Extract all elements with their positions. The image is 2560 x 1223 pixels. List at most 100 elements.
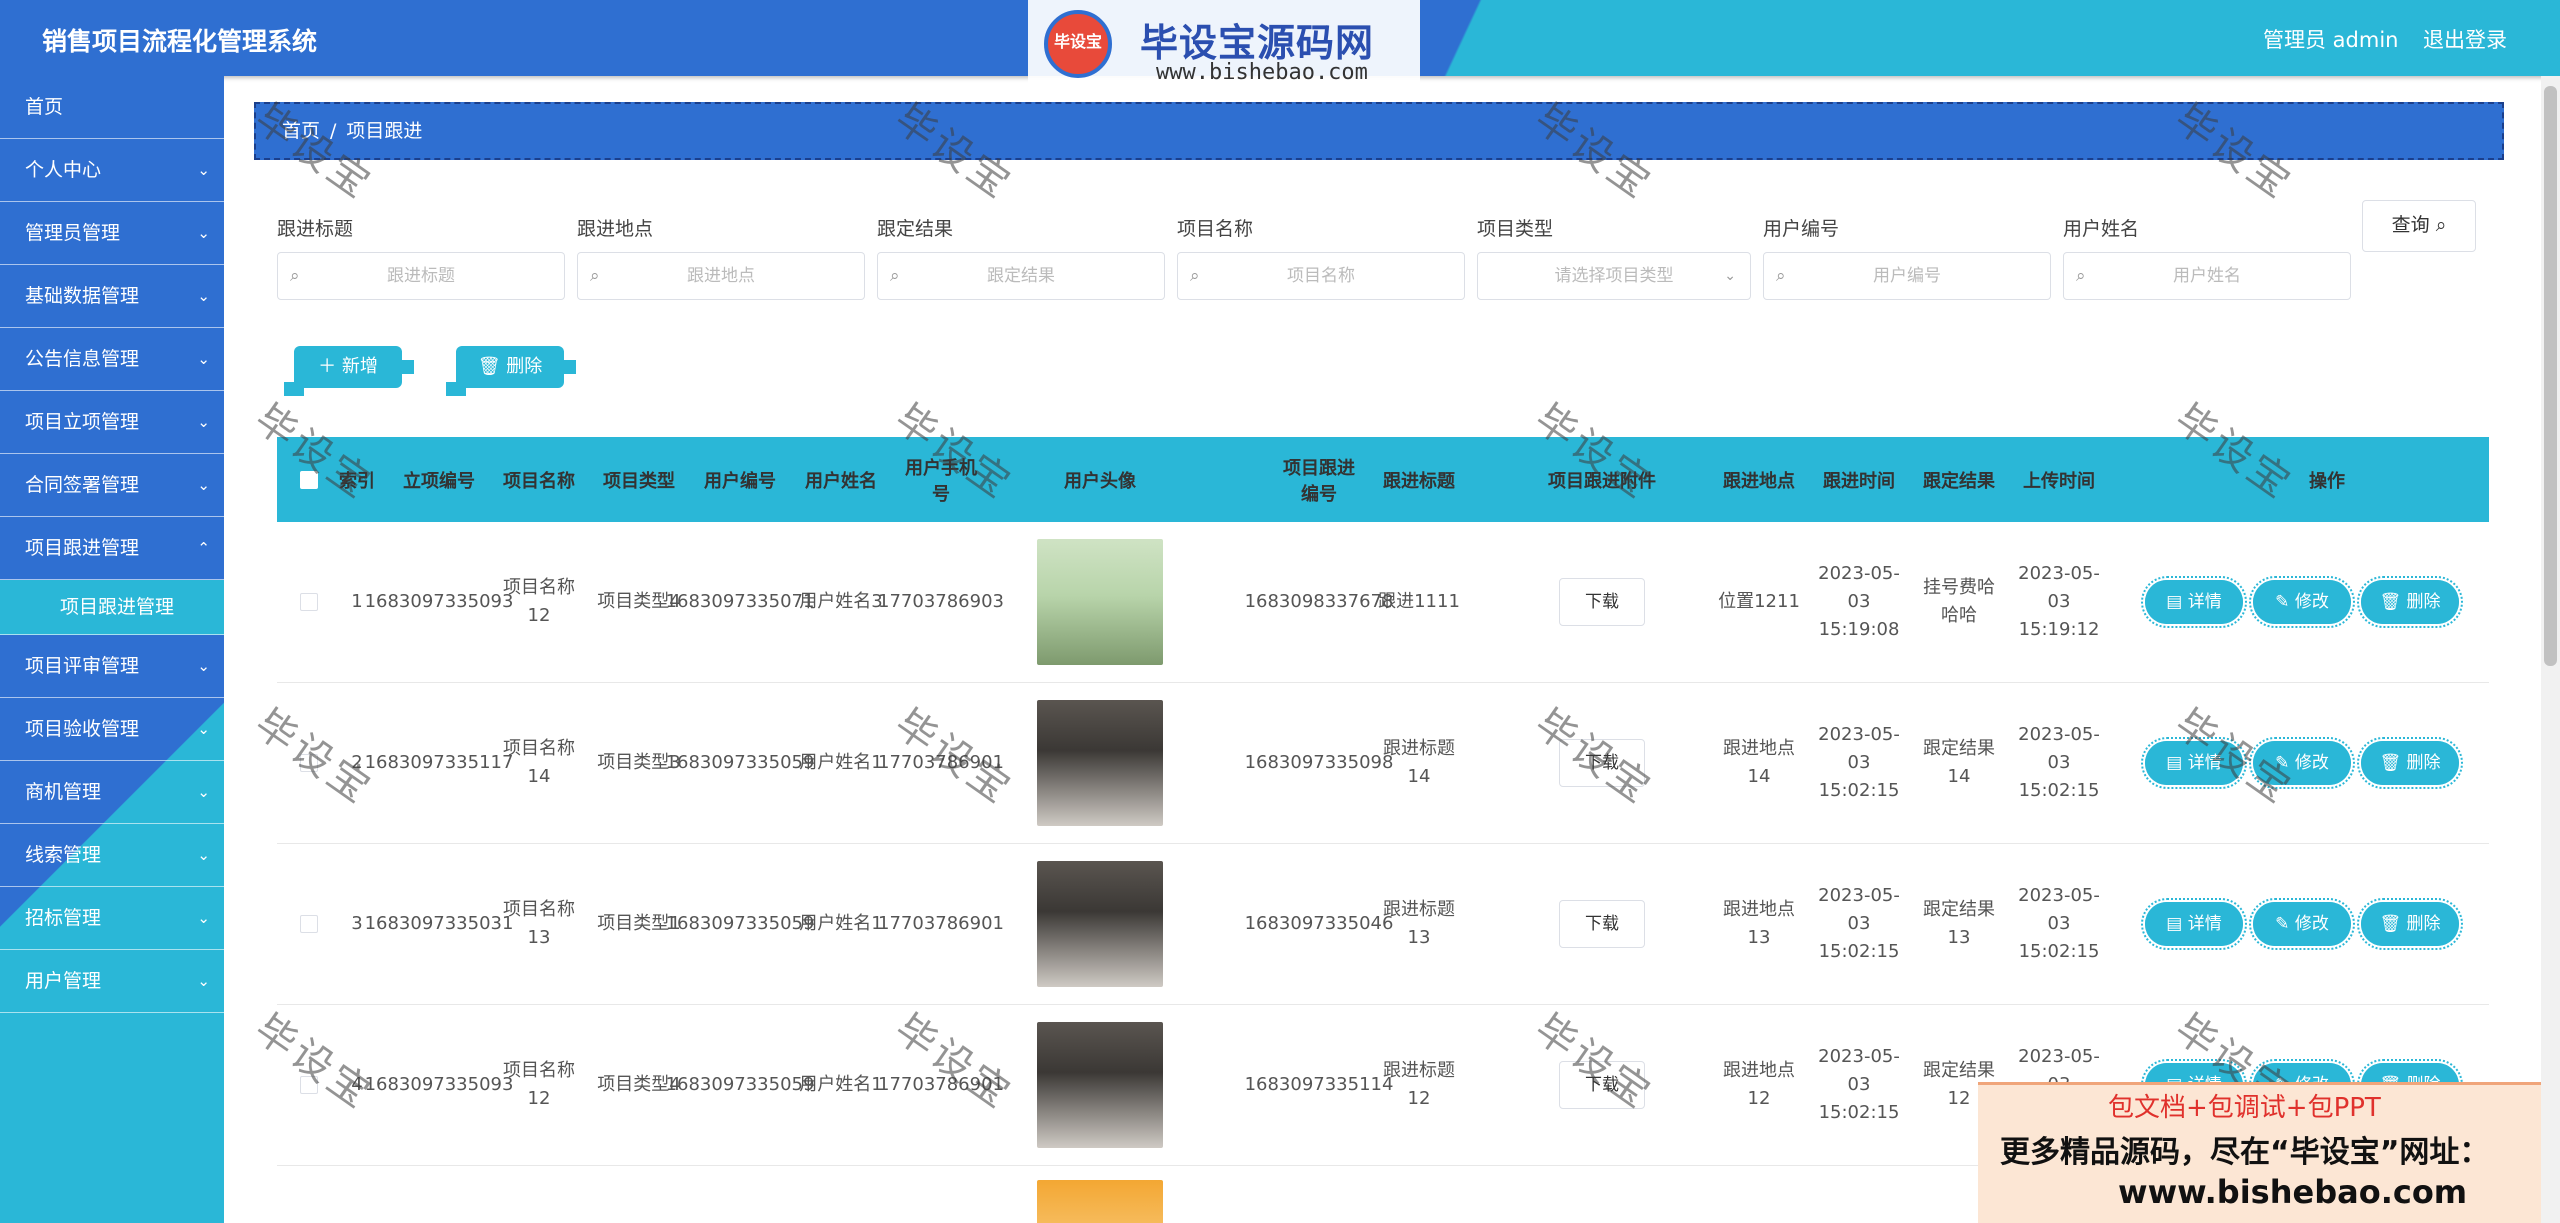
cell-user-phone: 17703786901 [878,1074,1004,1095]
sidebar-item-opportunity[interactable]: 商机管理 ⌄ [0,761,224,824]
breadcrumb-home[interactable]: 首页 [282,120,320,142]
edit-button[interactable]: ✎ 修改 [2249,898,2355,950]
search-input-place[interactable]: ⌕ 跟进地点 [577,252,865,300]
page-scrollbar[interactable] [2541,76,2560,1223]
table-row: 1 1683097335093 项目名称12 项目类型4 16830973350… [277,522,2489,683]
delete-button[interactable]: 🗑 删除 [2357,898,2463,950]
cell-user-name: 用户姓名3 [799,591,883,612]
sidebar-item-notice[interactable]: 公告信息管理 ⌄ [0,328,224,391]
sidebar-item-profile[interactable]: 个人中心 ⌄ [0,139,224,202]
sidebar-item-base-data[interactable]: 基础数据管理 ⌄ [0,265,224,328]
sidebar-item-label: 用户管理 [25,970,102,992]
cell-attachment: 下载 [1527,522,1677,682]
detail-button[interactable]: ▤ 详情 [2141,576,2247,628]
search-icon: ⌕ [890,266,900,286]
admin-user-label: 管理员 admin [2263,28,2399,52]
col-actions: 操作 [2309,470,2345,492]
chevron-down-icon: ⌄ [197,350,210,368]
cell-user-id: 1683097335059 [665,1074,815,1095]
delete-button[interactable]: 🗑 删除 [2357,576,2463,628]
query-button[interactable]: 查询 ⌕ [2362,200,2476,252]
search-input-result[interactable]: ⌕ 跟定结果 [877,252,1165,300]
col-result: 跟定结果 [1923,470,1995,492]
cell-lixiang-id: 1683097335093 [364,1074,514,1095]
chevron-down-icon: ⌄ [197,287,210,305]
download-button[interactable]: 下载 [1559,900,1645,948]
cell-place: 跟进地点13 [1723,899,1795,948]
brand-name: 毕设宝源码网 [1140,21,1375,65]
cell-attachment: 下载 [1527,683,1677,843]
sidebar-item-label: 项目评审管理 [25,655,140,677]
sidebar-item-label: 首页 [25,96,64,118]
cell-user-name: 用户姓名1 [799,1074,883,1095]
col-followup-id: 项目跟进编号 [1283,457,1355,505]
cell-place: 位置1211 [1718,591,1800,612]
sidebar-item-contract[interactable]: 合同签署管理 ⌄ [0,454,224,517]
breadcrumb-separator: / [330,120,337,142]
search-input-user-name[interactable]: ⌕ 用户姓名 [2063,252,2351,300]
promo-line-2: 更多精品源码，尽在“毕设宝”网址： [2000,1135,2490,1170]
search-input-title[interactable]: ⌕ 跟进标题 [277,252,565,300]
cell-followup-id: 1683097335098 [1244,752,1394,773]
cell-upload-time: 2023-05-03 15:02:15 [2018,885,2100,962]
download-button[interactable]: 下载 [1559,739,1645,787]
project-type-select[interactable]: 请选择项目类型 ⌄ [1477,252,1751,300]
sidebar-item-label: 项目立项管理 [25,411,140,433]
cell-project-name: 项目名称12 [503,577,575,626]
cell-user-phone: 17703786901 [878,752,1004,773]
search-input-project-name[interactable]: ⌕ 项目名称 [1177,252,1465,300]
edit-button[interactable]: ✎ 修改 [2249,576,2355,628]
logout-link[interactable]: 退出登录 [2423,24,2507,54]
search-label-title: 跟进标题 [277,218,354,240]
sidebar-item-project-setup[interactable]: 项目立项管理 ⌄ [0,391,224,454]
sidebar-item-home[interactable]: 首页 [0,76,224,139]
sidebar-item-label: 公告信息管理 [25,348,140,370]
detail-button[interactable]: ▤ 详情 [2141,898,2247,950]
search-icon: ⌕ [290,266,300,286]
batch-delete-button[interactable]: 🗑 删除 [446,346,576,396]
sidebar-subitem-followup[interactable]: 项目跟进管理 [0,580,224,635]
add-button[interactable]: ＋ 新增 [284,346,414,396]
sidebar-item-bidding[interactable]: 招标管理 ⌄ [0,887,224,950]
sidebar-item-label: 合同签署管理 [25,474,140,496]
edit-button[interactable]: ✎ 修改 [2249,737,2355,789]
col-user-id: 用户编号 [704,470,776,492]
cell-attachment: 下载 [1527,1005,1677,1165]
cell-user-name: 用户姓名1 [799,913,883,934]
chevron-down-icon: ⌄ [197,224,210,242]
sidebar-item-leads[interactable]: 线索管理 ⌄ [0,824,224,887]
cell-followup-id: 1683097335114 [1244,1074,1394,1095]
avatar [1037,1180,1163,1223]
cell-avatar [1037,683,1163,843]
cell-result: 跟定结果13 [1923,899,1995,948]
cell-result: 挂号费哈哈哈 [1923,577,1995,626]
col-followup-time: 跟进时间 [1823,470,1895,492]
chevron-down-icon: ⌄ [197,972,210,990]
cell-place: 跟进地点14 [1723,738,1795,787]
sidebar-item-review[interactable]: 项目评审管理 ⌄ [0,635,224,698]
sidebar-item-admin[interactable]: 管理员管理 ⌄ [0,202,224,265]
search-icon: ⌕ [590,266,600,286]
search-label-place: 跟进地点 [577,218,654,240]
sidebar-item-followup[interactable]: 项目跟进管理 ⌃ [0,517,224,580]
download-button[interactable]: 下载 [1559,578,1645,626]
sidebar-item-acceptance[interactable]: 项目验收管理 ⌄ [0,698,224,761]
sidebar-item-label: 项目验收管理 [25,718,140,740]
chevron-down-icon: ⌄ [1724,268,1736,284]
search-input-user-id[interactable]: ⌕ 用户编号 [1763,252,2051,300]
download-button[interactable]: 下载 [1559,1061,1645,1109]
table-header: 索引 立项编号 项目名称 项目类型 用户编号 用户姓名 用户手机号 用户头像 项… [277,437,2489,522]
sidebar-item-users[interactable]: 用户管理 ⌄ [0,950,224,1013]
sidebar-item-label: 个人中心 [25,159,102,181]
search-label-project-name: 项目名称 [1177,218,1254,240]
sidebar-item-label: 线索管理 [25,844,102,866]
chevron-down-icon: ⌄ [197,476,210,494]
cell-place: 跟进地点12 [1723,1060,1795,1109]
delete-button[interactable]: 🗑 删除 [2357,737,2463,789]
scrollbar-thumb[interactable] [2544,86,2557,666]
cell-result: 跟定结果14 [1923,738,1995,787]
cell-lixiang-id: 1683097335031 [364,913,514,934]
detail-button[interactable]: ▤ 详情 [2141,737,2247,789]
table-row: 3 1683097335031 项目名称13 项目类型1 16830973350… [277,844,2489,1005]
cell-lixiang-id: 1683097335093 [364,591,514,612]
